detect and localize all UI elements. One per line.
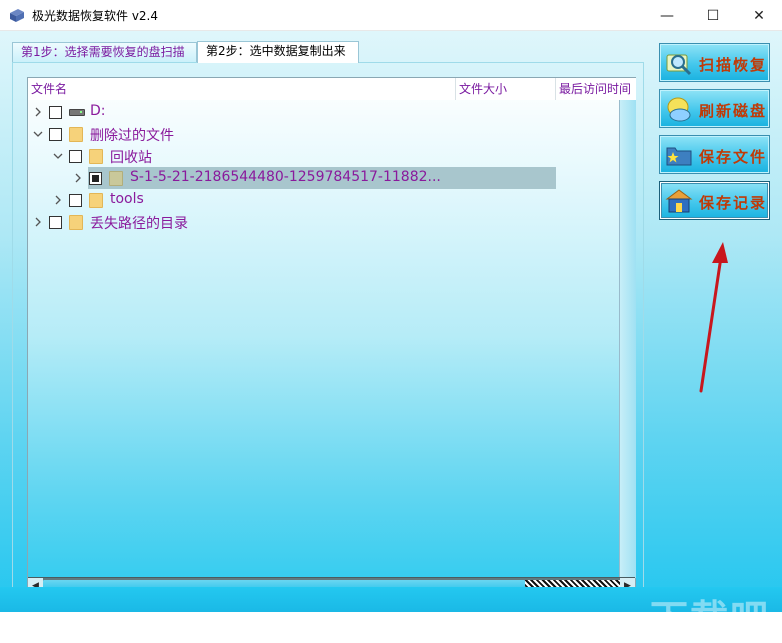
minimize-icon: — [660, 7, 674, 24]
column-header-filename[interactable]: 文件名 [28, 78, 456, 100]
tab-step1-scan[interactable]: 第1步：选择需要恢复的盘扫描 [12, 42, 197, 63]
column-header-filesize-label: 文件大小 [459, 82, 508, 96]
file-tree[interactable]: 文件名 文件大小 最后访问时间 D: 删除过的文件 回收站 S-1-5-21-2… [27, 77, 636, 594]
save-file-button[interactable]: 保存文件 [659, 135, 770, 174]
tree-row-label: S-1-5-21-2186544480-1259784517-11882... [130, 169, 441, 185]
save-record-button[interactable]: 保存记录 [659, 181, 770, 220]
tab-step1-label: 第1步：选择需要恢复的盘扫描 [21, 45, 185, 59]
folder-icon [89, 193, 103, 208]
close-button[interactable]: ✕ [736, 0, 782, 31]
tree-row-recycle-bin[interactable]: 回收站 [28, 145, 628, 167]
tree-checkbox[interactable] [49, 128, 62, 141]
column-header-last-access[interactable]: 最后访问时间 [556, 78, 636, 100]
tree-checkbox-partial[interactable] [89, 172, 102, 185]
title-bar: 极光数据恢复软件 v2.4 — ☐ ✕ [0, 0, 782, 31]
folder-icon [109, 171, 123, 186]
chevron-right-icon[interactable] [33, 107, 43, 117]
chevron-right-icon[interactable] [33, 217, 43, 227]
tree-row-label: 回收站 [110, 150, 152, 166]
chevron-right-icon[interactable] [53, 195, 63, 205]
tree-checkbox[interactable] [69, 150, 82, 163]
drive-icon [69, 109, 85, 116]
main-client-area: 第1步：选择需要恢复的盘扫描 第2步：选中数据复制出来 文件名 文件大小 最后访… [0, 31, 782, 641]
tree-checkbox[interactable] [49, 216, 62, 229]
folder-icon [69, 127, 83, 142]
tree-checkbox[interactable] [69, 194, 82, 207]
tree-row-sid-folder[interactable]: S-1-5-21-2186544480-1259784517-11882... [28, 167, 628, 189]
tree-row-label: 丢失路径的目录 [90, 216, 188, 232]
watermark-url: www.xiazaiba.com [666, 630, 750, 640]
chevron-right-icon[interactable] [73, 173, 83, 183]
maximize-button[interactable]: ☐ [690, 0, 736, 31]
column-header-filesize[interactable]: 文件大小 [456, 78, 556, 100]
tree-row-drive-d[interactable]: D: [28, 101, 628, 123]
refresh-disk-icon [667, 97, 691, 122]
tree-checkbox[interactable] [49, 106, 62, 119]
save-file-label: 保存文件 [699, 148, 768, 166]
close-icon: ✕ [753, 7, 765, 24]
save-record-icon [665, 189, 693, 213]
minimize-button[interactable]: — [644, 0, 690, 31]
maximize-icon: ☐ [706, 7, 720, 24]
folder-icon [69, 215, 83, 230]
window-title: 极光数据恢复软件 v2.4 [32, 9, 159, 23]
refresh-disk-button[interactable]: 刷新磁盘 [659, 89, 770, 128]
folder-icon [89, 149, 103, 164]
refresh-disk-label: 刷新磁盘 [699, 102, 768, 120]
app-logo-icon [10, 9, 24, 22]
save-record-label: 保存记录 [699, 194, 768, 212]
tree-row-label: D: [90, 103, 106, 119]
tree-row-label: tools [110, 191, 144, 207]
tree-row-lost-path[interactable]: 丢失路径的目录 [28, 211, 628, 233]
tree-row-tools[interactable]: tools [28, 189, 628, 211]
scan-magnifier-icon [666, 54, 692, 76]
chevron-down-icon[interactable] [33, 129, 43, 139]
save-file-icon [666, 147, 692, 166]
tab-step2-copy[interactable]: 第2步：选中数据复制出来 [197, 41, 359, 63]
column-header-filename-label: 文件名 [31, 82, 68, 96]
column-header-last-access-label: 最后访问时间 [559, 82, 632, 96]
tab-step2-label: 第2步：选中数据复制出来 [206, 44, 346, 58]
red-annotation-arrow [699, 242, 728, 393]
tree-row-label: 删除过的文件 [90, 128, 174, 144]
tree-row-deleted-files[interactable]: 删除过的文件 [28, 123, 628, 145]
scan-recover-label: 扫描恢复 [699, 56, 768, 74]
chevron-down-icon[interactable] [53, 151, 63, 161]
scan-recover-button[interactable]: 扫描恢复 [659, 43, 770, 82]
vertical-scrollbar[interactable] [619, 100, 636, 578]
